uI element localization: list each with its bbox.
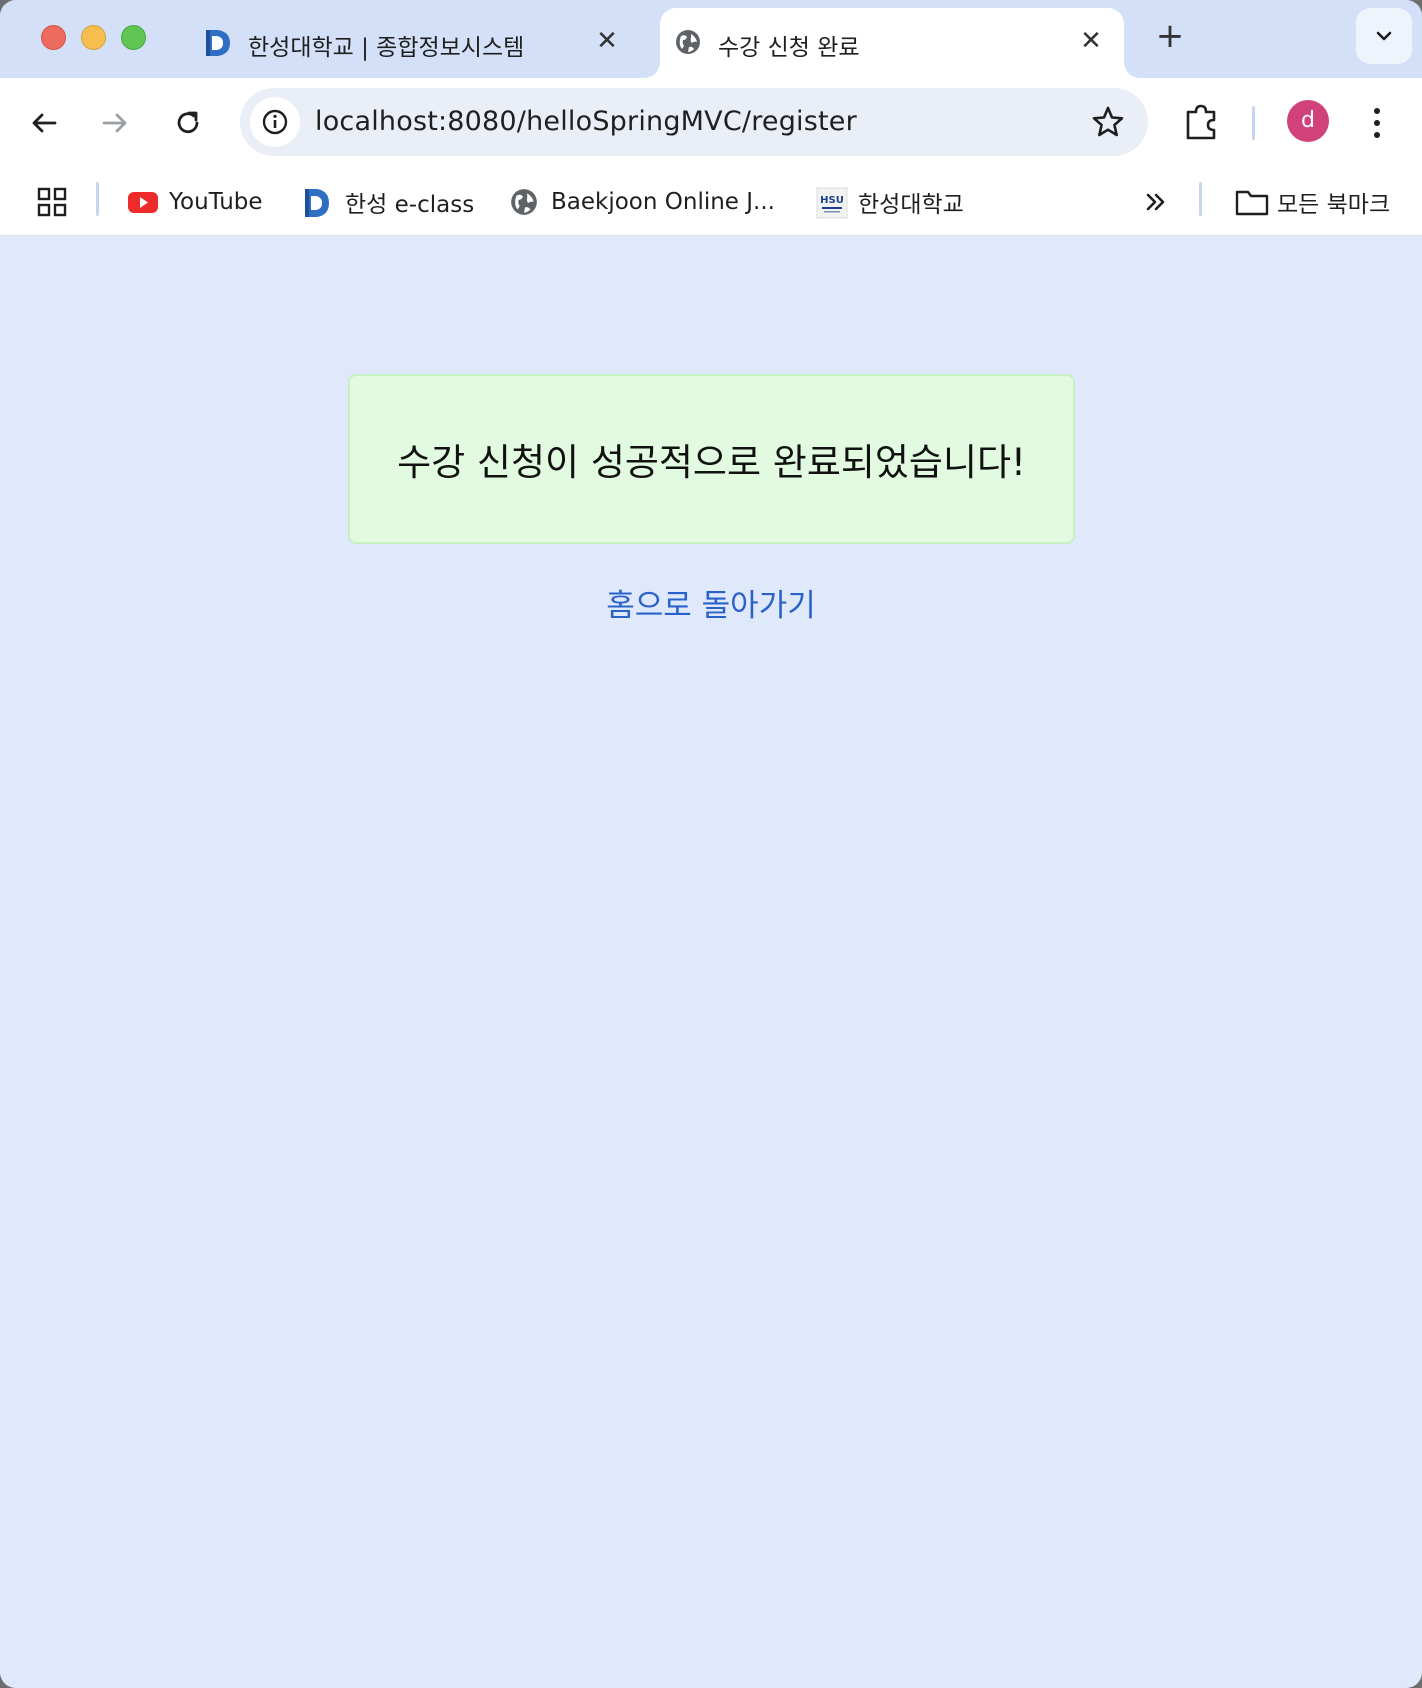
- site-info-button[interactable]: [250, 97, 300, 147]
- bookmark-youtube[interactable]: YouTube: [127, 182, 263, 222]
- url-text[interactable]: localhost:8080/helloSpringMVC/register: [315, 106, 857, 137]
- folder-icon: [1235, 187, 1269, 217]
- svg-text:HSU: HSU: [820, 195, 844, 206]
- globe-icon: [509, 187, 539, 217]
- bookmark-label: YouTube: [169, 189, 263, 215]
- success-alert: 수강 신청이 성공적으로 완료되었습니다!: [348, 374, 1075, 544]
- globe-icon: [674, 28, 702, 58]
- browser-toolbar: localhost:8080/helloSpringMVC/register d: [0, 78, 1422, 168]
- home-link[interactable]: 홈으로 돌아가기: [0, 580, 1422, 625]
- browser-window: 한성대학교 | 종합정보시스템 ✕ 수강 신청 완료 ✕ + localhost…: [0, 0, 1422, 1688]
- window-close-button[interactable]: [41, 25, 66, 50]
- bookmarks-divider: [96, 182, 99, 216]
- tab-search-button[interactable]: [1356, 8, 1412, 64]
- apps-grid-icon[interactable]: [36, 182, 68, 222]
- bookmark-label: 한성 e-class: [345, 192, 475, 218]
- window-minimize-button[interactable]: [81, 25, 106, 50]
- kebab-menu-icon[interactable]: [1362, 100, 1392, 146]
- bookmark-baekjoon[interactable]: Baekjoon Online J...: [509, 182, 775, 222]
- address-bar[interactable]: localhost:8080/helloSpringMVC/register: [240, 88, 1148, 156]
- hsu-logo-icon: HSU: [816, 187, 848, 219]
- forward-button[interactable]: [94, 102, 136, 144]
- tab-title: 수강 신청 완료: [718, 35, 860, 61]
- bookmark-label: 한성대학교: [858, 192, 964, 218]
- tab-hansung-portal[interactable]: 한성대학교 | 종합정보시스템 ✕: [190, 8, 640, 78]
- extensions-puzzle-icon[interactable]: [1180, 100, 1224, 144]
- arrow-left-icon: [32, 113, 57, 133]
- reload-icon: [177, 111, 199, 134]
- chevron-down-icon: [1376, 31, 1392, 41]
- profile-avatar[interactable]: d: [1287, 100, 1329, 142]
- arrow-right-icon: [102, 113, 127, 133]
- page-content: 수강 신청이 성공적으로 완료되었습니다! 홈으로 돌아가기: [0, 237, 1422, 1688]
- bookmark-label: Baekjoon Online J...: [551, 189, 775, 215]
- hansung-d-icon: [204, 28, 232, 58]
- toolbar-divider: [1252, 106, 1255, 140]
- bookmarks-bar: YouTube 한성 e-class Baekjoon Online J... …: [0, 168, 1422, 236]
- close-icon[interactable]: ✕: [1076, 26, 1106, 56]
- chevron-double-right-icon[interactable]: [1141, 182, 1171, 222]
- tab-title: 한성대학교 | 종합정보시스템: [248, 35, 525, 61]
- info-icon: [262, 109, 288, 135]
- back-button[interactable]: [23, 102, 65, 144]
- window-maximize-button[interactable]: [121, 25, 146, 50]
- bookmark-star-icon[interactable]: [1090, 104, 1126, 140]
- reload-button[interactable]: [167, 102, 209, 144]
- tab-strip: 한성대학교 | 종합정보시스템 ✕ 수강 신청 완료 ✕ +: [0, 0, 1422, 78]
- bookmark-hansung-univ[interactable]: HSU 한성대학교: [816, 182, 964, 222]
- bookmark-hansung-eclass[interactable]: 한성 e-class: [303, 182, 474, 222]
- close-icon[interactable]: ✕: [592, 26, 622, 56]
- all-bookmarks-button[interactable]: 모든 북마크: [1235, 182, 1390, 222]
- all-bookmarks-label: 모든 북마크: [1277, 192, 1391, 218]
- new-tab-button[interactable]: +: [1150, 16, 1190, 56]
- youtube-icon: [127, 187, 158, 217]
- success-message: 수강 신청이 성공적으로 완료되었습니다!: [397, 441, 1026, 484]
- tab-register-complete[interactable]: 수강 신청 완료 ✕: [660, 8, 1124, 78]
- bookmarks-divider: [1199, 182, 1202, 216]
- hansung-d-icon: [303, 187, 333, 217]
